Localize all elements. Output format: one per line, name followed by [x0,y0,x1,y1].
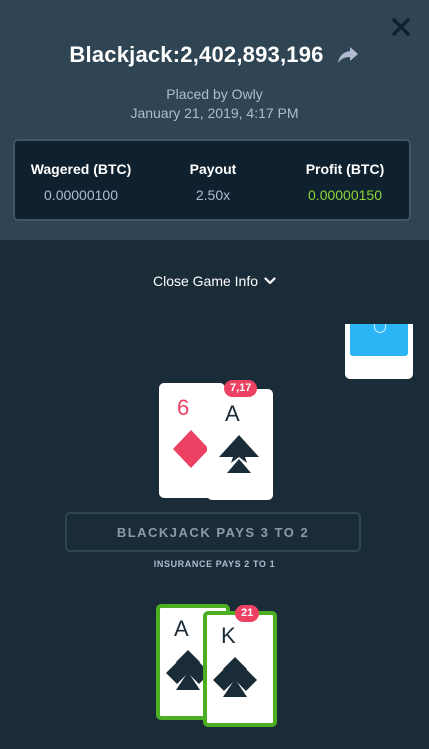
bet-date: January 21, 2019, 4:17 PM [130,105,299,121]
profit-stat: Profit (BTC) 0.00000150 [279,141,411,219]
share-button[interactable] [337,45,360,65]
player-card-2: K [203,611,277,727]
payout-value: 2.50x [195,187,231,203]
card-rank: K [221,623,236,648]
deck-card [345,324,413,379]
profit-value: 0.00000150 [308,187,382,203]
placed-by-text: Placed by Owly [166,86,263,102]
card-rank: A [225,401,240,426]
close-game-info-label: Close Game Info [152,273,259,289]
payout-stat: Payout 2.50x [147,141,279,219]
blackjack-pays-banner: BLACKJACK PAYS 3 TO 2 [65,512,361,552]
close-button[interactable] [388,14,414,40]
player-score-badge: 21 [235,605,260,622]
chevron-down-icon [264,277,276,285]
close-icon [392,18,410,36]
wagered-label: Wagered (BTC) [30,161,132,177]
wagered-stat: Wagered (BTC) 0.00000100 [15,141,147,219]
spade-suit-icon [219,435,259,473]
page-title: Blackjack:2,402,893,196 [69,42,324,67]
payout-label: Payout [189,161,237,177]
title-row: Blackjack:2,402,893,196 [0,42,429,68]
share-icon [337,47,358,63]
club-suit-icon [213,657,257,697]
dealer-score-badge: 7,17 [224,380,258,397]
close-game-info-toggle[interactable]: Close Game Info [0,273,429,289]
profit-label: Profit (BTC) [305,161,385,177]
card-rank: A [174,616,189,641]
bet-stats-box: Wagered (BTC) 0.00000100 Payout 2.50x Pr… [13,139,411,221]
insurance-text: INSURANCE PAYS 2 TO 1 [153,559,276,569]
card-rank: 6 [177,395,190,420]
wagered-value: 0.00000100 [44,187,118,203]
dealer-card-2: A [207,389,273,500]
card-back [350,324,408,356]
game-info-panel: Blackjack:2,402,893,196 Placed by Owly J… [0,0,429,240]
